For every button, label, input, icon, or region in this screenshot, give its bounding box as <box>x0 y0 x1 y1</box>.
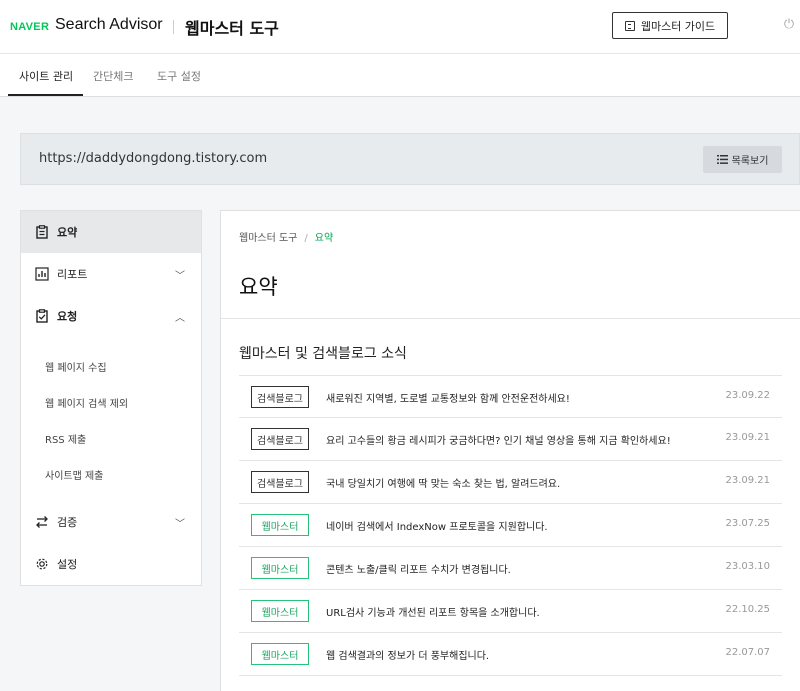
news-row[interactable]: 검색블로그 국내 당일치기 여행에 딱 맞는 숙소 찾는 법, 알려드려요. 2… <box>239 461 782 504</box>
divider <box>221 318 800 319</box>
site-url: https://daddydongdong.tistory.com <box>39 151 268 166</box>
list-icon <box>716 155 728 164</box>
news-title[interactable]: 웹 검색결과의 정보가 더 풍부해집니다. <box>326 647 489 662</box>
breadcrumb-current: 요약 <box>314 233 334 244</box>
main-panel: 웹마스터 도구 / 요약 요약 웹마스터 및 검색블로그 소식 검색블로그 새로워진… <box>220 210 800 691</box>
news-row[interactable]: 검색블로그 새로워진 지역별, 도로별 교통정보와 함께 안전운전하세요! 23… <box>239 375 782 418</box>
sidebar-item-settings[interactable]: 설정 <box>21 543 201 585</box>
sidebar-label-verify: 검증 <box>57 516 78 529</box>
chevron-up-icon: ︿ <box>175 312 185 324</box>
sidebar-item-verify[interactable]: 검증 ﹀ <box>21 501 201 543</box>
news-title[interactable]: URL검사 기능과 개선된 리포트 항목을 소개합니다. <box>326 604 540 619</box>
sidebar-subitem-rss-submit[interactable]: RSS 제출 <box>45 431 86 446</box>
news-date: 23.03.10 <box>725 561 770 572</box>
sidebar-label-settings: 설정 <box>57 558 78 571</box>
news-title[interactable]: 콘텐츠 노출/클릭 리포트 수치가 변경됩니다. <box>326 561 511 576</box>
news-badge: 웹마스터 <box>251 514 309 536</box>
news-date: 23.09.21 <box>725 475 770 486</box>
sidebar-item-summary[interactable]: 요약 <box>21 211 201 253</box>
news-date: 23.09.22 <box>725 390 770 401</box>
sidebar-item-report[interactable]: 리포트 ﹀ <box>21 253 201 295</box>
news-section-title: 웹마스터 및 검색블로그 소식 <box>239 346 407 362</box>
news-date: 22.07.07 <box>725 647 770 658</box>
tab-site-management[interactable]: 사이트 관리 <box>19 68 73 84</box>
site-url-bar: https://daddydongdong.tistory.com 목록보기 <box>20 133 800 185</box>
sidebar-subitem-sitemap-submit[interactable]: 사이트맵 제출 <box>45 467 103 482</box>
logo-divider <box>173 20 174 34</box>
breadcrumb-root[interactable]: 웹마스터 도구 <box>239 233 297 244</box>
news-title[interactable]: 새로워진 지역별, 도로별 교통정보와 함께 안전운전하세요! <box>326 390 570 405</box>
chevron-down-icon: ﹀ <box>175 270 185 282</box>
list-view-label: 목록보기 <box>731 156 769 167</box>
news-list: 검색블로그 새로워진 지역별, 도로별 교통정보와 함께 안전운전하세요! 23… <box>239 375 782 676</box>
news-badge: 웹마스터 <box>251 600 309 622</box>
book-icon <box>624 20 635 31</box>
active-tab-indicator <box>8 94 83 96</box>
news-badge: 검색블로그 <box>251 471 309 493</box>
gear-icon <box>36 558 48 570</box>
news-title[interactable]: 네이버 검색에서 IndexNow 프로토콜을 지원합니다. <box>326 518 548 533</box>
news-date: 23.09.21 <box>725 432 770 443</box>
news-title[interactable]: 요리 고수들의 황금 레시피가 궁금하다면? 인기 채널 영상을 통해 지금 확… <box>326 432 671 447</box>
news-row[interactable]: 웹마스터 웹 검색결과의 정보가 더 풍부해집니다. 22.07.07 <box>239 633 782 676</box>
news-date: 22.10.25 <box>725 604 770 615</box>
news-row[interactable]: 웹마스터 URL검사 기능과 개선된 리포트 항목을 소개합니다. 22.10.… <box>239 590 782 633</box>
swap-arrows-icon <box>36 516 48 528</box>
main-tabs: 사이트 관리 간단체크 도구 설정 <box>0 54 800 97</box>
power-icon[interactable]: ⏻ <box>782 18 796 32</box>
news-badge: 웹마스터 <box>251 557 309 579</box>
news-row[interactable]: 웹마스터 콘텐츠 노출/클릭 리포트 수치가 변경됩니다. 23.03.10 <box>239 547 782 590</box>
tab-tool-settings[interactable]: 도구 설정 <box>157 68 201 84</box>
news-badge: 검색블로그 <box>251 386 309 408</box>
sidebar-label-summary: 요약 <box>57 226 78 239</box>
news-badge: 검색블로그 <box>251 428 309 450</box>
top-header: NAVER Search Advisor 웹마스터 도구 웹마스터 가이드 ⏻ <box>0 0 800 54</box>
clipboard-check-icon <box>36 309 48 323</box>
clipboard-icon <box>36 225 48 239</box>
news-row[interactable]: 웹마스터 네이버 검색에서 IndexNow 프로토콜을 지원합니다. 23.0… <box>239 504 782 547</box>
app-title[interactable]: 웹마스터 도구 <box>185 15 279 39</box>
news-title[interactable]: 국내 당일치기 여행에 딱 맞는 숙소 찾는 법, 알려드려요. <box>326 475 560 490</box>
sidebar-subitem-page-exclude[interactable]: 웹 페이지 검색 제외 <box>45 395 128 410</box>
webmaster-guide-label: 웹마스터 가이드 <box>640 19 716 33</box>
sidebar-label-report: 리포트 <box>57 268 88 281</box>
sidebar-label-request: 요청 <box>57 310 78 323</box>
list-view-button[interactable]: 목록보기 <box>703 146 782 173</box>
news-row[interactable]: 검색블로그 요리 고수들의 황금 레시피가 궁금하다면? 인기 채널 영상을 통… <box>239 418 782 461</box>
sidebar: 요약 리포트 ﹀ 요청 ︿ 웹 페이지 수집 웹 페이지 검색 제외 RSS 제… <box>20 210 202 586</box>
webmaster-guide-button[interactable]: 웹마스터 가이드 <box>612 12 728 39</box>
naver-logo[interactable]: NAVER <box>10 21 49 33</box>
search-advisor-logo[interactable]: Search Advisor <box>55 16 163 34</box>
breadcrumb: 웹마스터 도구 / 요약 <box>239 229 333 244</box>
chevron-down-icon: ﹀ <box>175 518 185 530</box>
page-title: 요약 <box>239 275 278 299</box>
sidebar-subitem-page-crawl[interactable]: 웹 페이지 수집 <box>45 359 107 374</box>
breadcrumb-separator: / <box>304 233 308 244</box>
tab-quick-check[interactable]: 간단체크 <box>93 68 133 84</box>
news-date: 23.07.25 <box>725 518 770 529</box>
news-badge: 웹마스터 <box>251 643 309 665</box>
sidebar-item-request[interactable]: 요청 ︿ <box>21 295 201 337</box>
bar-chart-icon <box>35 267 49 281</box>
